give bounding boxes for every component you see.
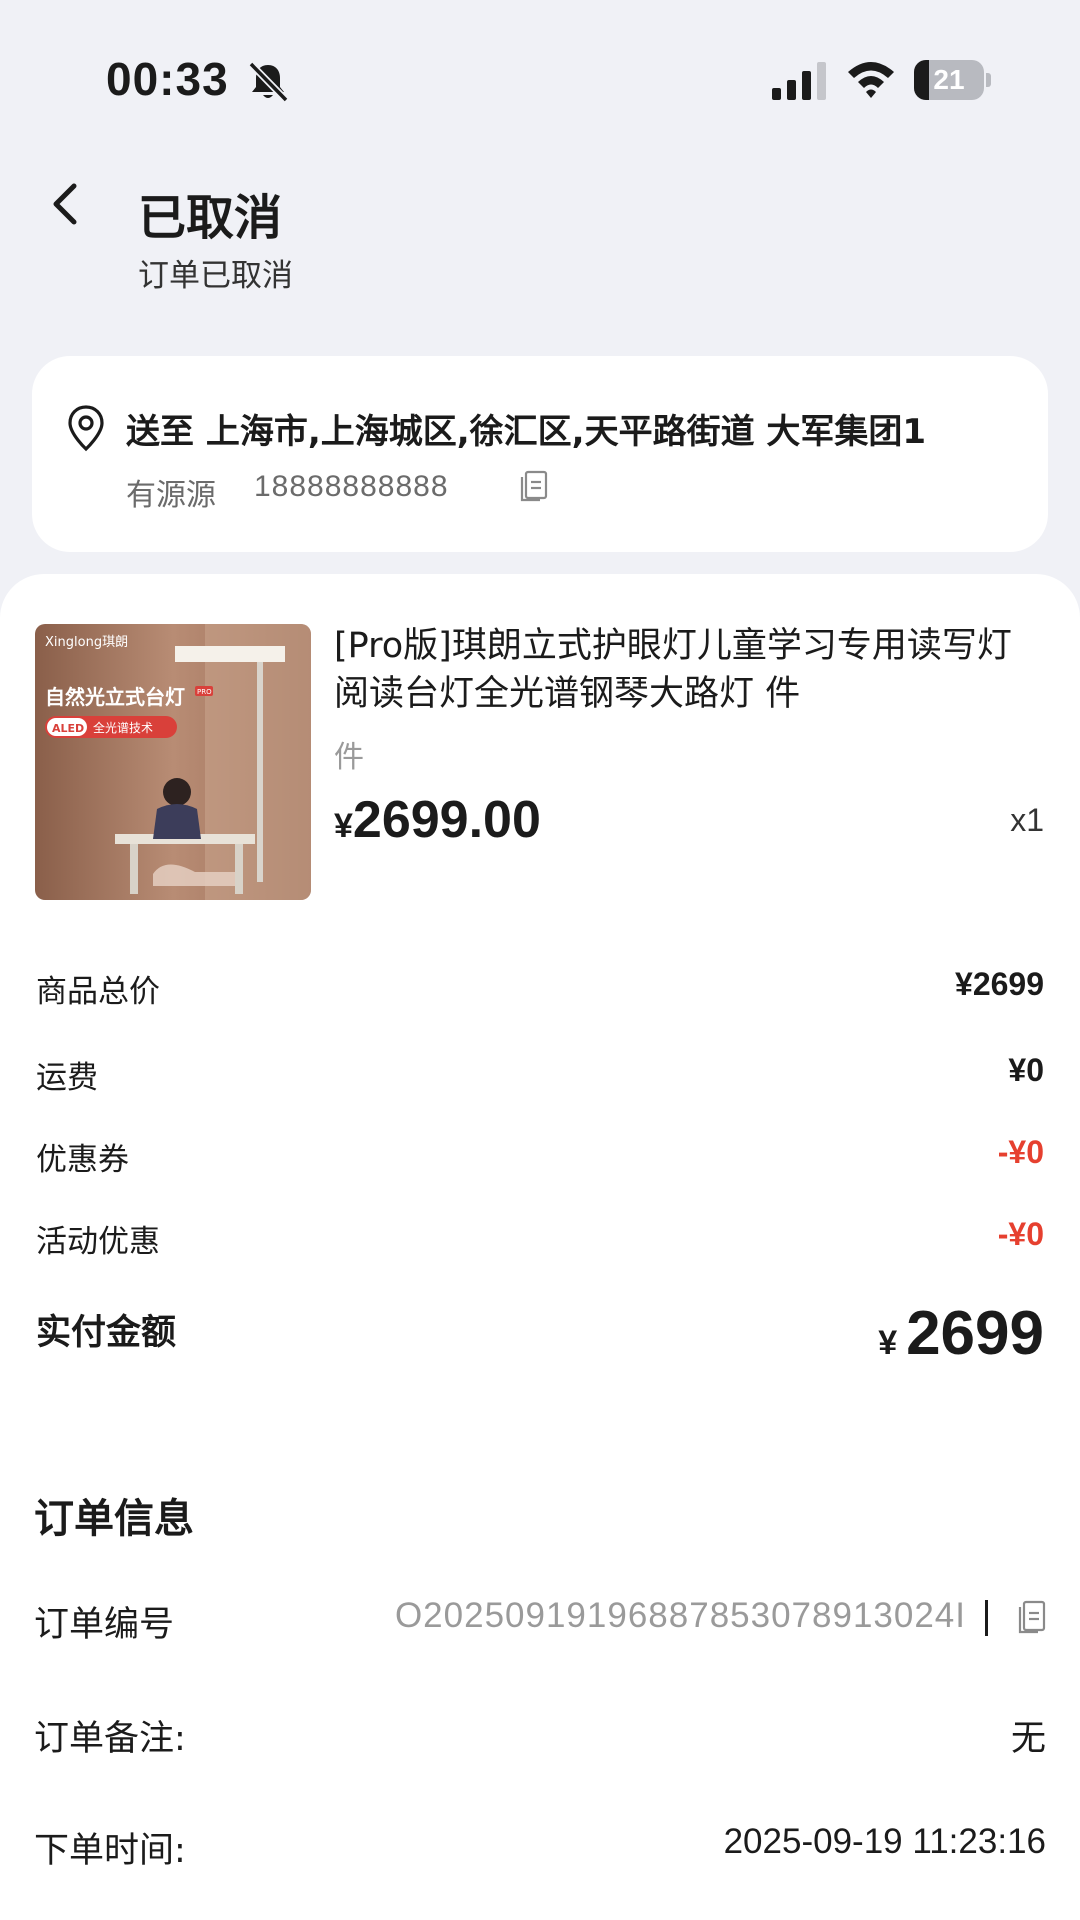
product-image-headline: 自然光立式台灯	[45, 685, 185, 709]
subtotal-value: ¥2699	[955, 966, 1044, 1002]
order-number-divider	[985, 1600, 988, 1636]
promotion-label: 活动优惠	[36, 1224, 160, 1260]
recipient-name: 有源源	[126, 478, 216, 513]
order-time-value: 2025-09-19 11:23:16	[723, 1822, 1046, 1861]
product-spec: 件	[334, 740, 364, 775]
battery-level: 21	[933, 64, 965, 95]
price-row-total: 实付金额 ¥ 2699	[36, 1299, 1044, 1384]
order-info-card: 订单信息 订单编号 O20250919196887853078913024I 订…	[0, 1444, 1080, 1920]
total-currency: ¥	[878, 1324, 898, 1362]
order-time-label: 下单时间:	[34, 1831, 186, 1871]
product-image-badge-right: 全光谱技术	[93, 720, 153, 735]
product-image-badge-left: ALED	[52, 722, 84, 735]
product-quantity: x1	[1010, 802, 1044, 838]
product-image-pro-tag: PRO	[197, 688, 212, 696]
total-value: ¥ 2699	[878, 1298, 1044, 1369]
bell-muted-icon	[248, 61, 289, 103]
order-info-title: 订单信息	[34, 1496, 194, 1542]
status-bar: 00:33 21	[0, 0, 1080, 160]
price-row-coupon: 优惠券 -¥0	[36, 1134, 1044, 1182]
shipping-value: ¥0	[1008, 1052, 1044, 1088]
page-title: 已取消	[138, 190, 283, 246]
back-arrow-icon[interactable]	[44, 178, 88, 230]
price-row-subtotal: 商品总价 ¥2699	[36, 966, 1044, 1014]
delivery-address: 送至 上海市,上海城区,徐汇区,天平路街道 大军集团1	[126, 412, 927, 452]
address-card[interactable]: 送至 上海市,上海城区,徐汇区,天平路街道 大军集团1 有源源 18888888…	[32, 356, 1048, 552]
wifi-icon	[848, 62, 894, 98]
product-image[interactable]: Xinglong琪朗 自然光立式台灯 PRO ALED 全光谱技术	[35, 624, 311, 900]
signal-icon	[772, 62, 826, 100]
price-row-shipping: 运费 ¥0	[36, 1052, 1044, 1100]
shipping-label: 运费	[36, 1060, 98, 1096]
copy-icon[interactable]	[520, 470, 548, 502]
product-image-brand: Xinglong琪朗	[45, 635, 128, 650]
order-number-label: 订单编号	[34, 1605, 175, 1645]
order-note-label: 订单备注:	[34, 1719, 186, 1759]
total-amount: 2699	[906, 1299, 1044, 1368]
copy-icon[interactable]	[1018, 1600, 1046, 1634]
status-time: 00:33	[106, 53, 229, 105]
price-row-promotion: 活动优惠 -¥0	[36, 1216, 1044, 1264]
order-items-card: Xinglong琪朗 自然光立式台灯 PRO ALED 全光谱技术 [Pro版]…	[0, 574, 1080, 1444]
promotion-value: -¥0	[997, 1216, 1044, 1252]
subtotal-label: 商品总价	[36, 974, 160, 1010]
battery-icon: 21	[914, 60, 992, 100]
product-price-amount: 2699.00	[352, 791, 541, 849]
order-note-value: 无	[1010, 1719, 1046, 1758]
product-title[interactable]: [Pro版]琪朗立式护眼灯儿童学习专用读写灯阅读台灯全光谱钢琴大路灯 件	[334, 622, 1034, 718]
recipient-phone: 18888888888	[254, 470, 449, 503]
location-pin-icon	[68, 405, 104, 452]
order-number-row: 订单编号 O20250919196887853078913024I	[34, 1596, 1046, 1646]
coupon-label: 优惠券	[36, 1142, 129, 1178]
order-number: O20250919196887853078913024I	[394, 1596, 966, 1635]
order-note-row: 订单备注: 无	[34, 1710, 1046, 1760]
page-subtitle: 订单已取消	[138, 258, 293, 294]
order-time-row: 下单时间: 2025-09-19 11:23:16	[34, 1822, 1046, 1872]
total-label: 实付金额	[36, 1313, 177, 1353]
product-price: ¥2699.00	[334, 790, 541, 850]
product-price-currency: ¥	[334, 807, 353, 845]
coupon-value: -¥0	[997, 1134, 1044, 1170]
